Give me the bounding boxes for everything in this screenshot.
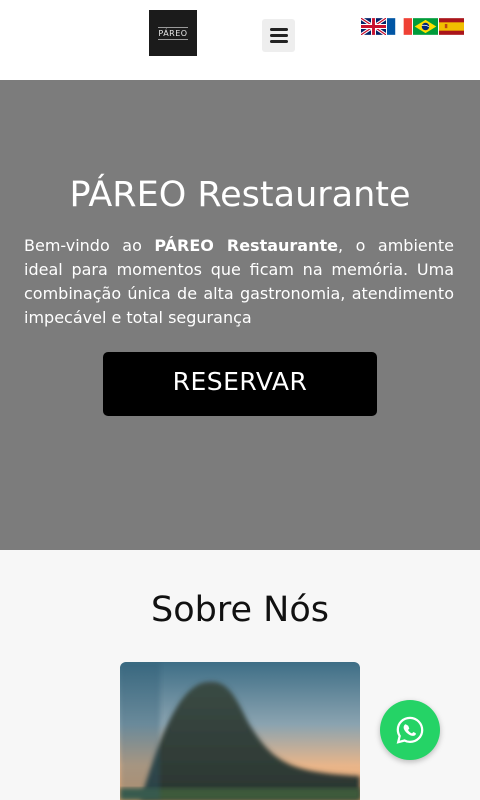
hamburger-line-icon [269,34,288,37]
spain-flag-icon[interactable] [439,18,464,35]
hamburger-line-icon [269,28,288,31]
site-header: PÁREO [0,0,480,80]
logo-text: PÁREO [158,26,188,40]
brazil-flag-icon[interactable] [413,18,438,35]
hamburger-menu-button[interactable] [262,19,295,52]
language-switcher [361,18,464,35]
hero-text-intro: Bem-vindo ao [24,236,155,255]
whatsapp-button[interactable] [380,700,440,760]
hero-text-bold: PÁREO Restaurante [154,236,338,255]
hamburger-line-icon [269,40,288,43]
france-flag-icon[interactable] [387,18,412,35]
uk-flag-icon[interactable] [361,18,386,35]
about-title: Sobre Nós [151,590,329,630]
hero-section: PÁREO Restaurante Bem-vindo ao PÁREO Res… [0,80,480,550]
reserve-button[interactable]: RESERVAR [103,352,377,416]
whatsapp-icon [396,716,424,744]
about-image [120,662,360,800]
logo[interactable]: PÁREO [149,10,197,56]
mountain-sunset-photo [120,662,360,800]
hero-description: Bem-vindo ao PÁREO Restaurante, o ambien… [24,234,454,330]
hero-title: PÁREO Restaurante [69,175,411,215]
